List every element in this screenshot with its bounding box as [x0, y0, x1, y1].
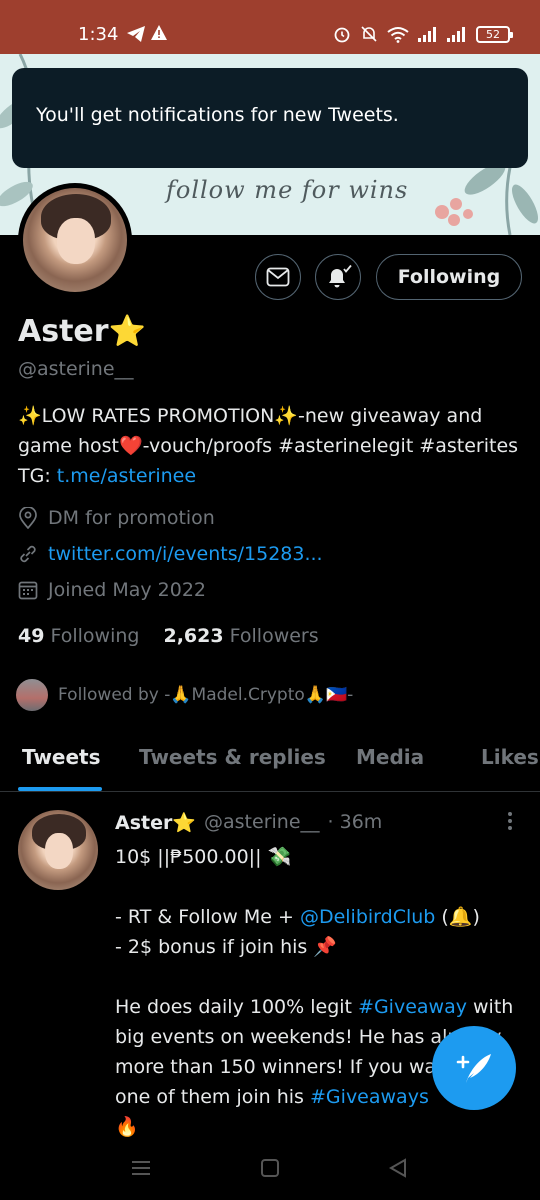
message-button[interactable] [255, 254, 301, 300]
following-label: Following [50, 625, 140, 647]
followers-count: 2,623 [163, 625, 224, 647]
tweet-author-handle[interactable]: @asterine__ [204, 811, 320, 834]
signal-icon [418, 26, 436, 42]
back-nav-icon[interactable] [388, 1158, 408, 1178]
tab-media[interactable]: Media [356, 745, 424, 769]
warning-icon [150, 24, 168, 45]
tweet-header: Aster⭐ @asterine__ · 36m [115, 811, 382, 834]
website-row[interactable]: twitter.com/i/events/15283... [18, 543, 323, 565]
profile-name: Aster⭐ [18, 314, 146, 349]
follow-counts: 49 Following 2,623 Followers [18, 625, 319, 647]
notification-toast[interactable]: You'll get notifications for new Tweets. [12, 68, 528, 168]
bio-link[interactable]: t.me/asterinee [57, 465, 196, 487]
following-count-link[interactable]: 49 Following [18, 625, 139, 647]
tweet-more-button[interactable] [500, 810, 520, 836]
location-pin-icon [19, 507, 37, 529]
active-tab-indicator [18, 787, 102, 791]
status-time: 1:34 [78, 24, 119, 45]
tab-tweets[interactable]: Tweets [22, 745, 101, 769]
tweet-author-name[interactable]: Aster⭐ [115, 811, 196, 834]
profile-handle: @asterine__ [18, 358, 134, 380]
battery-icon: 52 [476, 25, 513, 43]
calendar-icon [18, 581, 38, 600]
banner-caption: follow me for wins [166, 176, 409, 204]
tweet-line-2b: (🔔) [435, 906, 480, 928]
menu-nav-icon[interactable] [131, 1158, 151, 1178]
status-icons: 52 [333, 25, 513, 43]
location-text: DM for promotion [48, 507, 215, 529]
tweet-line-4a: He does daily 100% legit [115, 996, 359, 1018]
alarm-icon [334, 27, 350, 43]
toast-message: You'll get notifications for new Tweets. [36, 104, 399, 126]
tweet-time: · 36m [327, 811, 383, 833]
tweet-mention[interactable]: @DelibirdClub [300, 906, 435, 928]
tab-likes[interactable]: Likes [481, 745, 539, 769]
feather-plus-icon [456, 1054, 491, 1083]
link-icon [20, 545, 36, 563]
envelope-icon [266, 267, 290, 287]
notifications-button[interactable] [315, 254, 361, 300]
wifi-icon [387, 26, 409, 43]
telegram-icon [126, 25, 146, 47]
signal-icon-2 [447, 26, 465, 42]
tab-tweets-replies[interactable]: Tweets & replies [139, 745, 326, 769]
status-bar: 1:34 52 [0, 0, 540, 54]
joined-row: Joined May 2022 [18, 579, 206, 601]
location-row: DM for promotion [18, 507, 215, 529]
tweet-line-2a: - RT & Follow Me + [115, 906, 300, 928]
home-nav-icon[interactable] [260, 1158, 280, 1178]
compose-tweet-button[interactable] [432, 1026, 516, 1110]
more-vertical-icon [508, 812, 512, 830]
following-count: 49 [18, 625, 45, 647]
tweet-line-1: 10$ ||₱500.00|| 💸 [115, 846, 292, 868]
followed-by-row[interactable]: Followed by -🙏Madel.Crypto🙏🇵🇭- [14, 677, 353, 713]
profile-avatar[interactable] [18, 183, 132, 297]
tweet-line-3: - 2$ bonus if join his 📌 [115, 936, 338, 958]
joined-text: Joined May 2022 [48, 579, 207, 601]
following-button[interactable]: Following [376, 254, 522, 300]
followers-label: Followers [229, 625, 319, 647]
tweet-hashtag-giveaways[interactable]: #Giveaways [310, 1086, 429, 1108]
follower-avatar [14, 677, 50, 713]
tweet-hashtag-giveaway[interactable]: #Giveaway [358, 996, 467, 1018]
bell-check-icon [329, 264, 352, 288]
mute-icon [361, 26, 377, 42]
profile-tabs: Tweets Tweets & replies Media Likes [0, 730, 540, 792]
website-link[interactable]: twitter.com/i/events/15283... [48, 543, 323, 565]
tweet-avatar[interactable] [18, 810, 98, 890]
profile-bio: ✨LOW RATES PROMOTION✨-new giveaway and g… [18, 401, 522, 491]
system-nav-bar [0, 1140, 540, 1200]
avatar-image [23, 188, 127, 292]
followers-count-link[interactable]: 2,623 Followers [163, 625, 318, 647]
followed-by-text: Followed by -🙏Madel.Crypto🙏🇵🇭- [58, 685, 354, 705]
tweet-line-5: 🔥 [115, 1116, 139, 1138]
